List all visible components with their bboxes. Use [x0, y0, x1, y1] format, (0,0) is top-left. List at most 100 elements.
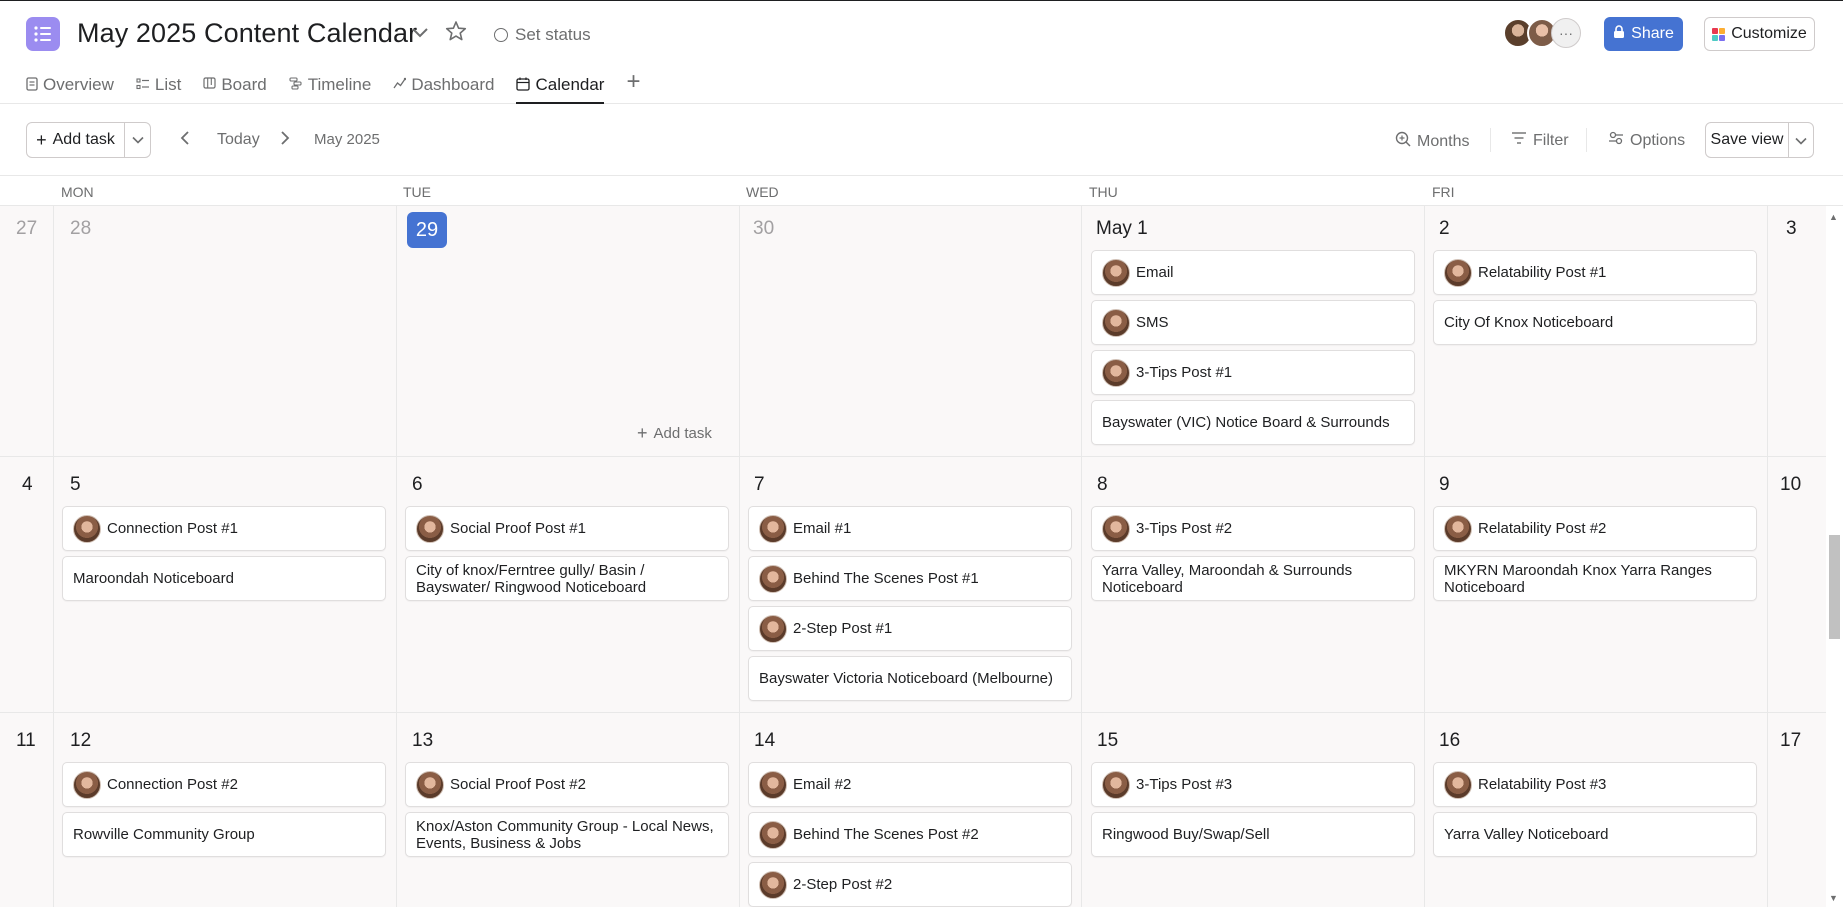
tab-label: Calendar	[535, 75, 605, 94]
task-title: Bayswater Victoria Noticeboard (Melbourn…	[759, 670, 1054, 687]
project-list-icon[interactable]	[26, 17, 60, 51]
assignee-avatar[interactable]	[1444, 770, 1472, 799]
task-card[interactable]: City of knox/Ferntree gully/ Basin / Bay…	[405, 556, 729, 601]
next-month-chevron-icon[interactable]	[280, 130, 290, 151]
assignee-avatar[interactable]	[759, 614, 787, 643]
task-card[interactable]: Behind The Scenes Post #2	[748, 812, 1072, 857]
weekday-header: WED	[746, 184, 779, 200]
task-card[interactable]: Bayswater (VIC) Notice Board & Surrounds	[1091, 400, 1415, 445]
more-members-icon[interactable]: ···	[1551, 18, 1581, 48]
tab-dashboard[interactable]: Dashboard	[393, 67, 494, 103]
set-status-button[interactable]: Set status	[494, 25, 591, 45]
task-card[interactable]: 3-Tips Post #2	[1091, 506, 1415, 551]
tab-label: Overview	[43, 75, 114, 94]
dashboard-icon	[393, 77, 407, 93]
assignee-avatar[interactable]	[73, 514, 101, 543]
task-card[interactable]: Email #1	[748, 506, 1072, 551]
assignee-avatar[interactable]	[759, 514, 787, 543]
task-title: City of knox/Ferntree gully/ Basin / Bay…	[416, 561, 647, 596]
sunday-date: 27	[16, 218, 38, 239]
assignee-avatar[interactable]	[73, 770, 101, 799]
tab-board[interactable]: Board	[203, 67, 267, 103]
assignee-avatar[interactable]	[759, 770, 787, 799]
task-card[interactable]: City Of Knox Noticeboard	[1433, 300, 1757, 345]
task-title: Knox/Aston Community Group - Local News,…	[416, 817, 714, 852]
task-title: 2-Step Post #1	[793, 620, 893, 637]
add-task-in-cell-button[interactable]: + Add task	[637, 424, 712, 442]
task-title: Relatability Post #2	[1478, 520, 1607, 537]
tab-timeline[interactable]: Timeline	[289, 67, 371, 103]
task-card[interactable]: Bayswater Victoria Noticeboard (Melbourn…	[748, 656, 1072, 701]
task-card[interactable]: Yarra Valley Noticeboard	[1433, 812, 1757, 857]
task-title: 3-Tips Post #2	[1136, 520, 1233, 537]
assignee-avatar[interactable]	[1102, 358, 1130, 387]
assignee-avatar[interactable]	[759, 870, 787, 899]
months-button[interactable]: Months	[1395, 131, 1469, 152]
task-card[interactable]: Connection Post #2	[62, 762, 386, 807]
options-button[interactable]: Options	[1608, 131, 1685, 150]
assignee-avatar[interactable]	[1444, 258, 1472, 287]
save-view-split-button: Save view	[1705, 122, 1814, 158]
task-title: MKYRN Maroondah Knox Yarra Ranges Notice…	[1444, 561, 1712, 596]
task-card[interactable]: Relatability Post #2	[1433, 506, 1757, 551]
assignee-avatar[interactable]	[1102, 308, 1130, 337]
task-card[interactable]: Relatability Post #3	[1433, 762, 1757, 807]
save-view-dropdown-chevron-icon[interactable]	[1789, 133, 1813, 148]
task-card[interactable]: 2-Step Post #2	[748, 862, 1072, 907]
toolbar-divider	[1586, 128, 1587, 152]
task-card[interactable]: 3-Tips Post #3	[1091, 762, 1415, 807]
assignee-avatar[interactable]	[759, 564, 787, 593]
task-card[interactable]: Social Proof Post #2	[405, 762, 729, 807]
task-card[interactable]: Behind The Scenes Post #1	[748, 556, 1072, 601]
chevron-down-icon[interactable]	[411, 23, 429, 44]
scroll-up-arrow-icon[interactable]: ▲	[1829, 212, 1838, 222]
previous-month-chevron-icon[interactable]	[180, 130, 190, 151]
task-title: Social Proof Post #1	[450, 520, 586, 537]
page-title[interactable]: May 2025 Content Calendar	[77, 18, 417, 49]
column-divider	[1424, 206, 1425, 907]
add-task-dropdown-chevron-icon[interactable]	[125, 136, 150, 144]
add-task-split-button: + Add task	[26, 122, 151, 158]
save-view-button[interactable]: Save view	[1706, 123, 1789, 157]
task-card[interactable]: MKYRN Maroondah Knox Yarra Ranges Notice…	[1433, 556, 1757, 601]
add-tab-plus-icon[interactable]: +	[626, 64, 640, 100]
share-button[interactable]: Share	[1604, 17, 1683, 51]
filter-button[interactable]: Filter	[1511, 131, 1569, 150]
task-card[interactable]: Ringwood Buy/Swap/Sell	[1091, 812, 1415, 857]
task-card[interactable]: Email #2	[748, 762, 1072, 807]
assignee-avatar[interactable]	[1102, 258, 1130, 287]
task-card[interactable]: Maroondah Noticeboard	[62, 556, 386, 601]
tab-overview[interactable]: Overview	[26, 67, 114, 103]
task-title: Yarra Valley, Maroondah & Surrounds Noti…	[1102, 561, 1353, 596]
task-card[interactable]: Email	[1091, 250, 1415, 295]
task-card[interactable]: 2-Step Post #1	[748, 606, 1072, 651]
scroll-down-arrow-icon[interactable]: ▼	[1829, 893, 1838, 903]
add-task-button[interactable]: + Add task	[27, 123, 125, 157]
today-button[interactable]: Today	[217, 131, 260, 149]
task-card[interactable]: Knox/Aston Community Group - Local News,…	[405, 812, 729, 857]
task-card[interactable]: SMS	[1091, 300, 1415, 345]
task-title: Relatability Post #1	[1478, 264, 1607, 281]
scrollbar-thumb[interactable]	[1829, 535, 1840, 639]
project-members[interactable]: ···	[1503, 18, 1581, 48]
task-card[interactable]: Rowville Community Group	[62, 812, 386, 857]
assignee-avatar[interactable]	[416, 770, 444, 799]
task-card[interactable]: Yarra Valley, Maroondah & Surrounds Noti…	[1091, 556, 1415, 601]
weekday-header: TUE	[403, 184, 431, 200]
assignee-avatar[interactable]	[1444, 514, 1472, 543]
task-card[interactable]: Relatability Post #1	[1433, 250, 1757, 295]
task-card[interactable]: Social Proof Post #1	[405, 506, 729, 551]
task-card[interactable]: Connection Post #1	[62, 506, 386, 551]
weekday-header-row: MON TUE WED THU FRI	[0, 176, 1843, 206]
task-title: Connection Post #1	[107, 520, 238, 537]
assignee-avatar[interactable]	[759, 820, 787, 849]
tab-calendar[interactable]: Calendar	[516, 67, 605, 104]
row-divider	[0, 456, 1843, 457]
assignee-avatar[interactable]	[1102, 514, 1130, 543]
customize-button[interactable]: Customize	[1704, 17, 1815, 51]
assignee-avatar[interactable]	[1102, 770, 1130, 799]
task-card[interactable]: 3-Tips Post #1	[1091, 350, 1415, 395]
tab-list[interactable]: List	[136, 67, 181, 103]
assignee-avatar[interactable]	[416, 514, 444, 543]
star-icon[interactable]	[445, 20, 467, 48]
